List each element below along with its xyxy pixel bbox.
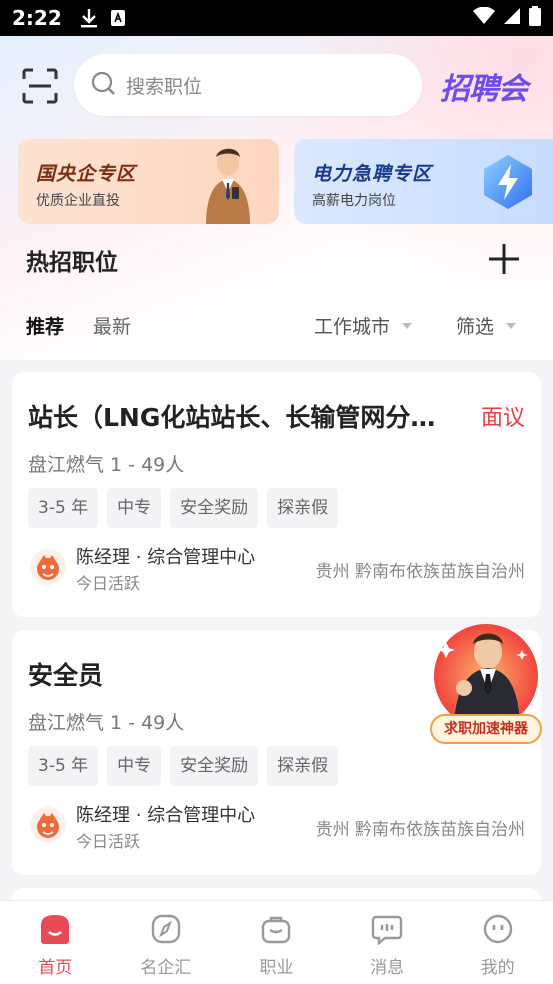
job-tag: 探亲假 [267,746,339,786]
job-location: 贵州 黔南布依族苗族自治州 [315,562,525,582]
nav-profile[interactable]: 我的 [442,901,553,984]
nav-label: 职业 [259,958,294,978]
search-bar[interactable]: 搜索职位 [74,54,422,116]
job-title: 安全员 [28,661,104,690]
download-icon [80,8,98,28]
job-tags: 3-5 年 中专 安全奖励 探亲假 [28,488,339,528]
company-info: 盘江燃气 1 - 49人 [28,454,185,476]
profile-icon [482,913,514,949]
recruiter-avatar [30,549,66,585]
add-icon[interactable] [487,242,521,276]
job-booster-promo[interactable]: 求职加速神器 [426,614,546,748]
lightning-icon [478,152,538,216]
job-tag: 3-5 年 [28,746,99,786]
job-tag: 安全奖励 [170,746,259,786]
banner-power-urgent[interactable]: 电力急聘专区 高薪电力岗位 [294,139,553,224]
recruiter-activity: 今日活跃 [76,574,141,593]
section-title: 热招职位 [26,250,118,276]
job-tag: 中专 [107,488,162,528]
job-location: 贵州 黔南布依族苗族自治州 [315,820,525,840]
job-tag: 探亲假 [267,488,339,528]
battery-icon [529,6,541,30]
businessman-illustration [198,145,258,224]
caret-down-icon [402,322,413,329]
banner-state-enterprise[interactable]: 国央企专区 优质企业直投 [18,139,279,224]
signal-icon [503,7,521,29]
caret-down-icon [506,322,517,329]
job-tag: 安全奖励 [170,488,259,528]
job-card[interactable]: 站长（LNG化站站长、长输管网分… 面议 盘江燃气 1 - 49人 3-5 年 … [12,372,541,617]
recruiter-name: 陈经理 · 综合管理中心 [76,547,256,568]
job-title: 站长（LNG化站站长、长输管网分… [28,403,436,432]
bottom-navigation: 首页 名企汇 职业 消息 我的 [0,900,553,984]
job-salary: 面议 [480,406,525,431]
banner-title: 国央企专区 [36,163,137,185]
nav-label: 名企汇 [140,958,192,978]
compass-icon [150,913,182,949]
nav-label: 消息 [370,958,405,978]
banner-subtitle: 优质企业直投 [36,193,120,209]
search-placeholder: 搜索职位 [126,75,203,98]
recruiter-name: 陈经理 · 综合管理中心 [76,805,256,826]
briefcase-icon [260,913,292,949]
job-tag: 3-5 年 [28,488,99,528]
city-filter-label: 工作城市 [314,316,391,338]
job-tag: 中专 [107,746,162,786]
promo-character-icon [434,624,538,728]
nav-label: 我的 [480,958,515,978]
wifi-icon [473,6,495,29]
recruiter-activity: 今日活跃 [76,832,141,851]
city-filter-dropdown[interactable]: 工作城市 [314,312,413,339]
status-bar: 2:22 [0,0,553,36]
filter-bar: 推荐 最新 工作城市 筛选 [0,304,553,348]
banner-subtitle: 高薪电力岗位 [312,193,396,209]
filter-dropdown[interactable]: 筛选 [456,312,517,339]
job-fair-logo[interactable]: 招聘会 [440,64,528,108]
nav-label: 首页 [38,958,73,978]
tab-recommend[interactable]: 推荐 [26,312,64,339]
filter-label: 筛选 [456,316,495,338]
nav-home[interactable]: 首页 [0,901,111,984]
tab-latest[interactable]: 最新 [93,312,131,339]
home-icon [38,913,72,949]
search-icon [90,70,116,100]
scan-icon[interactable] [20,66,60,106]
header-area: 搜索职位 招聘会 国央企专区 优质企业直投 电力急聘专区 高薪电力岗位 热招职位… [0,36,553,360]
company-info: 盘江燃气 1 - 49人 [28,712,185,734]
job-tags: 3-5 年 中专 安全奖励 探亲假 [28,746,339,786]
nav-famous-companies[interactable]: 名企汇 [111,901,222,984]
app-notification-icon [110,9,126,27]
banner-title: 电力急聘专区 [312,163,433,185]
status-time: 2:22 [12,6,62,30]
nav-career[interactable]: 职业 [221,901,332,984]
nav-messages[interactable]: 消息 [332,901,443,984]
promo-label: 求职加速神器 [430,714,542,744]
chat-icon [371,913,403,949]
recruiter-avatar [30,807,66,843]
